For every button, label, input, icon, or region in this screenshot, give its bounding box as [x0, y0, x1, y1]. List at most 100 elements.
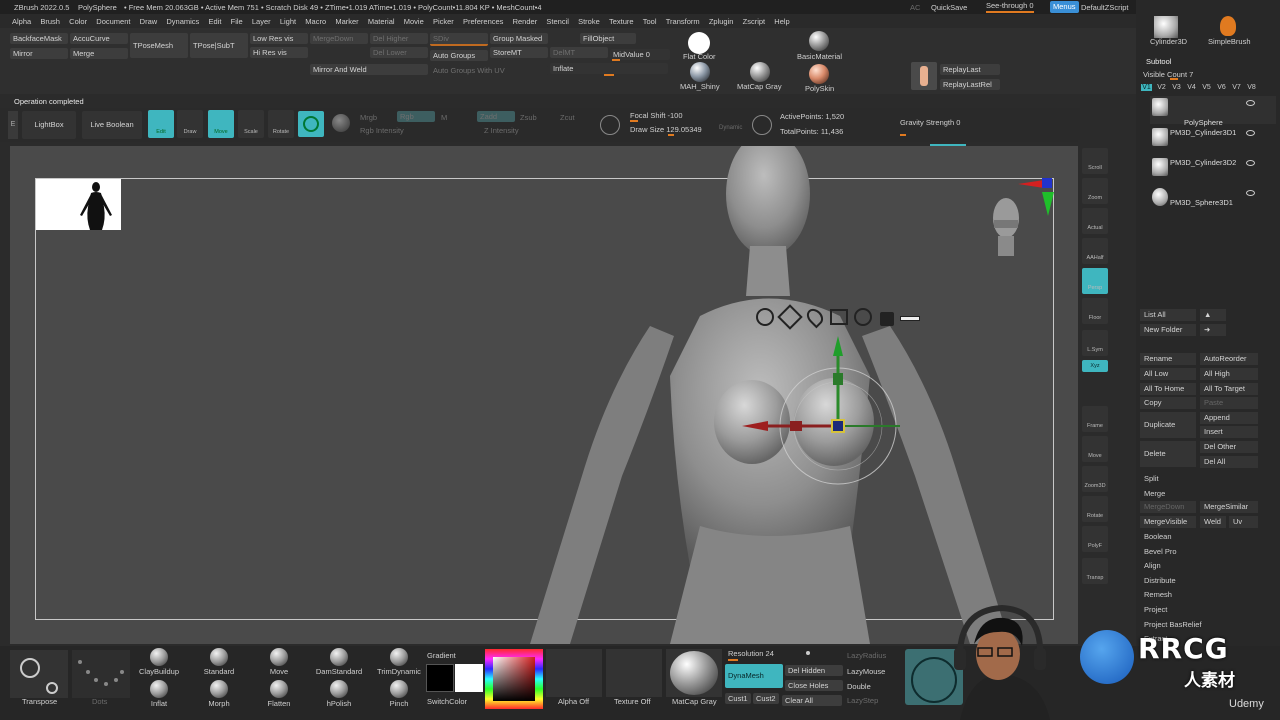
menu-item[interactable]: Picker: [433, 17, 454, 26]
gravity-strength-slider[interactable]: Gravity Strength 0: [900, 118, 960, 127]
shelf-aahalf-button[interactable]: AAHalf: [1082, 238, 1108, 264]
subtool-version-button[interactable]: V8: [1246, 84, 1257, 91]
matcap-gray-swatch[interactable]: [750, 62, 770, 82]
mrgb-button[interactable]: Mrgb: [360, 113, 377, 122]
all-to-home-button[interactable]: All To Home: [1140, 383, 1196, 395]
shelf-transp-button[interactable]: Transp: [1082, 558, 1108, 584]
gizmo-home-icon[interactable]: [830, 309, 848, 325]
shelf-move-button[interactable]: Move: [1082, 436, 1108, 462]
zadd-button[interactable]: Zadd: [477, 111, 515, 122]
brush-claybuildup[interactable]: ClayBuildup: [132, 646, 186, 678]
del-other-button[interactable]: Del Other: [1200, 441, 1258, 453]
menu-item[interactable]: Render: [513, 17, 538, 26]
all-to-target-button[interactable]: All To Target: [1200, 383, 1258, 395]
menu-item[interactable]: Zscript: [743, 17, 766, 26]
draw-size-slider[interactable]: Draw Size 129.05349: [630, 125, 702, 134]
simplebrush-thumb-icon[interactable]: [1220, 16, 1236, 36]
storemt-button[interactable]: StoreMT: [490, 47, 548, 58]
shelf-frame-button[interactable]: Frame: [1082, 406, 1108, 432]
brush-hpolish[interactable]: hPolish: [312, 678, 366, 710]
defaultzscript-button[interactable]: DefaultZScript: [1081, 3, 1129, 12]
shelf-zoom3d-button[interactable]: Zoom3D: [1082, 466, 1108, 492]
menu-item[interactable]: Light: [280, 17, 296, 26]
draw-size-icon[interactable]: [752, 115, 772, 135]
menu-item[interactable]: Texture: [609, 17, 634, 26]
sdiv-slider[interactable]: SDiv: [430, 33, 488, 46]
shelf-scroll-handle[interactable]: E: [8, 111, 18, 139]
m-button[interactable]: M: [441, 113, 447, 122]
cust1-button[interactable]: Cust1: [725, 693, 751, 704]
subtool-item[interactable]: PM3D_Cylinder3D1: [1150, 126, 1276, 154]
visibility-eye-icon[interactable]: [1246, 190, 1255, 196]
live-boolean-button[interactable]: Live Boolean: [82, 111, 142, 139]
shelf-persp-button[interactable]: Persp: [1082, 268, 1108, 294]
all-low-button[interactable]: All Low: [1140, 368, 1196, 380]
replaylastrel-button[interactable]: ReplayLastRel: [940, 79, 1000, 90]
gradient-label[interactable]: Gradient: [427, 651, 456, 660]
replay-brush-icon[interactable]: [911, 62, 937, 90]
material-slot[interactable]: [666, 649, 722, 697]
list-all-button[interactable]: List All: [1140, 309, 1196, 321]
basic-material-swatch[interactable]: [809, 31, 829, 51]
brush-inflat[interactable]: Inflat: [132, 678, 186, 710]
lowres-vis-button[interactable]: Low Res vis: [250, 33, 308, 44]
replaylast-button[interactable]: ReplayLast: [940, 64, 1000, 75]
resolution-slider[interactable]: Resolution 24: [728, 649, 774, 658]
shelf-rotate-button[interactable]: Rotate: [1082, 496, 1108, 522]
duplicate-button[interactable]: Duplicate: [1140, 412, 1196, 438]
visibility-eye-icon[interactable]: [1246, 160, 1255, 166]
double-button[interactable]: Double: [847, 682, 871, 691]
brush-move[interactable]: Move: [252, 646, 306, 678]
gizmo-pin-icon[interactable]: [777, 304, 803, 330]
gizmo-lock-icon[interactable]: [880, 312, 894, 326]
menu-item[interactable]: Material: [368, 17, 395, 26]
brush-damstandard[interactable]: DamStandard: [312, 646, 366, 678]
shelf-lsym-button[interactable]: L.Sym: [1082, 330, 1108, 356]
transpose-tool-icon[interactable]: [10, 650, 68, 698]
menus-button[interactable]: Menus: [1050, 1, 1079, 13]
dots-stroke-icon[interactable]: [72, 650, 130, 698]
gizmo-more-icon[interactable]: [900, 316, 920, 321]
polyskin-swatch[interactable]: [809, 64, 829, 84]
scale-mode-button[interactable]: Scale: [238, 110, 264, 138]
menu-item[interactable]: Document: [96, 17, 130, 26]
rename-button[interactable]: Rename: [1140, 353, 1196, 365]
menu-item[interactable]: Edit: [208, 17, 221, 26]
quicksave-button[interactable]: QuickSave: [931, 3, 967, 12]
color-picker-field[interactable]: [493, 657, 535, 701]
menu-item[interactable]: Stencil: [546, 17, 569, 26]
insert-button[interactable]: Insert: [1200, 426, 1258, 438]
shelf-scroll-button[interactable]: Scroll: [1082, 148, 1108, 174]
delmt-button[interactable]: DelMT: [550, 47, 608, 58]
section-remesh[interactable]: Remesh: [1144, 590, 1172, 599]
secondary-color-swatch[interactable]: [426, 664, 454, 692]
main-color-swatch[interactable]: [455, 664, 483, 692]
seethrough-slider[interactable]: See-through 0: [986, 1, 1034, 13]
group-masked-button[interactable]: Group Masked: [490, 33, 548, 44]
tpose-subt-button[interactable]: TPose|SubT: [190, 33, 248, 58]
shelf-actual-button[interactable]: Actual: [1082, 208, 1108, 234]
paste-button[interactable]: Paste: [1200, 397, 1258, 409]
subtool-item[interactable]: PM3D_Sphere3D1: [1150, 186, 1276, 214]
z-intensity-slider[interactable]: Z Intensity: [484, 126, 519, 135]
subtool-item[interactable]: PolySphere: [1150, 96, 1276, 127]
mirror-and-weld-button[interactable]: Mirror And Weld: [310, 64, 428, 75]
menu-item[interactable]: Layer: [252, 17, 271, 26]
menu-item[interactable]: Zplugin: [709, 17, 734, 26]
menu-item[interactable]: Movie: [404, 17, 424, 26]
brush-pinch[interactable]: Pinch: [372, 678, 426, 710]
merge-button[interactable]: Merge: [70, 48, 128, 59]
visibility-eye-icon[interactable]: [1246, 130, 1255, 136]
subtool-version-button[interactable]: V7: [1231, 84, 1242, 91]
focal-shift-slider[interactable]: Focal Shift -100: [630, 111, 683, 120]
alpha-slot[interactable]: [546, 649, 602, 697]
gizmo-settings-icon[interactable]: [756, 308, 774, 326]
menu-item[interactable]: Draw: [140, 17, 158, 26]
rotate-mode-button[interactable]: Rotate: [268, 110, 294, 138]
menu-item[interactable]: Transform: [666, 17, 700, 26]
delete-button[interactable]: Delete: [1140, 441, 1196, 467]
section-bevelpro[interactable]: Bevel Pro: [1144, 547, 1177, 556]
split-section[interactable]: Split: [1144, 474, 1159, 483]
merge-similar-button[interactable]: MergeSimilar: [1200, 501, 1258, 513]
rgb-color-sphere-icon[interactable]: [332, 114, 350, 132]
